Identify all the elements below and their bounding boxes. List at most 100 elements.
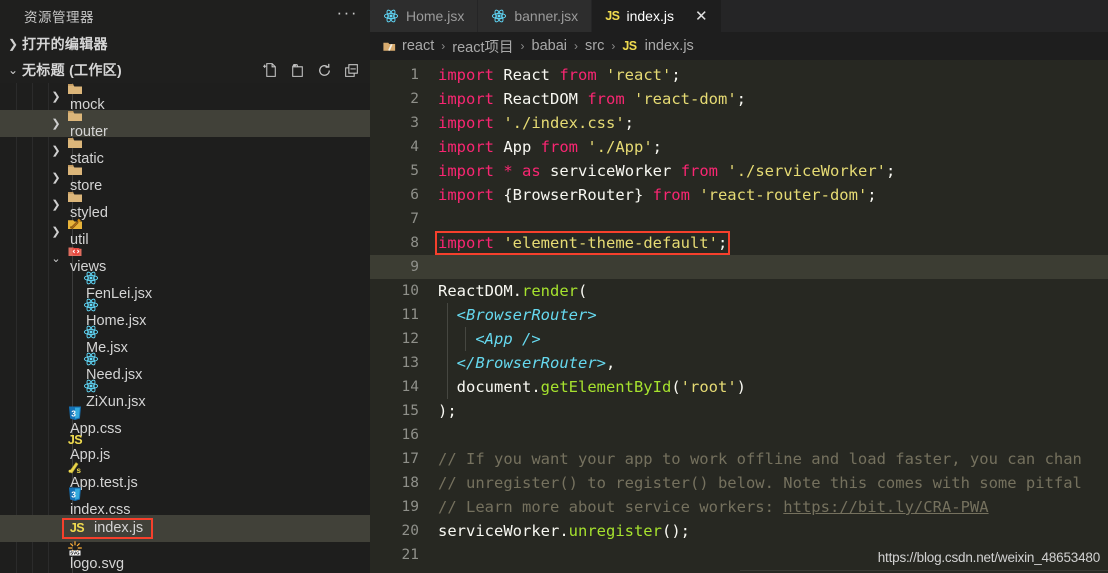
code-text: document.getElementById('root') <box>438 378 746 396</box>
tree-item-app-js[interactable]: JSApp.js <box>0 434 370 461</box>
code-line[interactable]: 20serviceWorker.unregister(); <box>370 519 1108 543</box>
tree-item-index-css[interactable]: 3index.css <box>0 488 370 515</box>
line-number: 12 <box>370 331 438 347</box>
new-file-icon[interactable] <box>262 62 279 79</box>
code-line[interactable]: 17// If you want your app to work offlin… <box>370 447 1108 471</box>
chevron-right-icon: ❯ <box>48 171 64 184</box>
watermark-rule <box>740 570 1108 571</box>
code-line[interactable]: 12 <App /> <box>370 327 1108 351</box>
breadcrumb-item[interactable]: src <box>585 38 604 54</box>
tree-item-need-jsx[interactable]: Need.jsx <box>0 353 370 380</box>
code-text: import './index.css'; <box>438 114 634 132</box>
new-folder-icon[interactable] <box>289 62 306 79</box>
breadcrumb-item[interactable]: react项目 <box>452 36 513 57</box>
section-open-editors[interactable]: ❯ 打开的编辑器 <box>0 31 370 57</box>
tree-item-me-jsx[interactable]: Me.jsx <box>0 326 370 353</box>
tree-item-fenlei-jsx[interactable]: FenLei.jsx <box>0 272 370 299</box>
folder-icon <box>64 162 86 178</box>
tab-label: banner.jsx <box>514 8 578 24</box>
code-text: ReactDOM.render( <box>438 282 587 300</box>
code-line[interactable]: 7 <box>370 207 1108 231</box>
line-number: 20 <box>370 523 438 539</box>
tab-index-js[interactable]: JSindex.js✕ <box>592 0 721 32</box>
folder-icon <box>64 135 86 151</box>
tree-item-label: logo.svg <box>64 556 124 572</box>
svg-text:3: 3 <box>71 489 76 499</box>
code-text: import * as serviceWorker from './servic… <box>438 162 895 180</box>
tree-item-styled[interactable]: ❯styled <box>0 191 370 218</box>
line-number: 6 <box>370 187 438 203</box>
explorer-actions <box>262 62 370 79</box>
tree-item-util[interactable]: ❯util <box>0 218 370 245</box>
tree-item-zixun-jsx[interactable]: ZiXun.jsx <box>0 380 370 407</box>
tree-item-index-js[interactable]: JSindex.js <box>0 515 370 542</box>
tree-item-store[interactable]: ❯store <box>0 164 370 191</box>
chevron-down-icon: ⌄ <box>48 252 64 265</box>
code-line[interactable]: 8import 'element-theme-default'; <box>370 231 1108 255</box>
more-actions-icon[interactable]: ··· <box>337 8 358 24</box>
close-icon[interactable]: ✕ <box>695 9 708 24</box>
editor-tabbar[interactable]: Home.jsx banner.jsx JSindex.js✕ <box>370 0 1108 32</box>
code-line[interactable]: 10ReactDOM.render( <box>370 279 1108 303</box>
svg-text:SVG: SVG <box>70 550 80 555</box>
css-icon: 3 <box>64 486 86 502</box>
chevron-right-icon: ❯ <box>48 90 64 103</box>
code-line[interactable]: 16 <box>370 423 1108 447</box>
code-line[interactable]: 6import {BrowserRouter} from 'react-rout… <box>370 183 1108 207</box>
chevron-right-icon: ❯ <box>48 198 64 211</box>
breadcrumb-separator: › <box>572 39 580 53</box>
svg-text:s: s <box>77 466 82 475</box>
line-number: 8 <box>370 235 438 251</box>
tree-item-views[interactable]: ⌄views <box>0 245 370 272</box>
js-test-icon: s <box>64 459 86 475</box>
code-text: <App /> <box>438 330 541 348</box>
code-line[interactable]: 3import './index.css'; <box>370 111 1108 135</box>
code-line[interactable]: 18// unregister() to register() below. N… <box>370 471 1108 495</box>
js-icon: JS <box>64 433 86 447</box>
line-number: 5 <box>370 163 438 179</box>
code-line[interactable]: 4import App from './App'; <box>370 135 1108 159</box>
code-line[interactable]: 19// Learn more about service workers: h… <box>370 495 1108 519</box>
code-text: serviceWorker.unregister(); <box>438 522 690 540</box>
breadcrumb[interactable]: react›react项目›babai›src›JSindex.js <box>370 32 1108 60</box>
tab-banner-jsx[interactable]: banner.jsx <box>478 0 592 32</box>
code-line[interactable]: 5import * as serviceWorker from './servi… <box>370 159 1108 183</box>
line-number: 15 <box>370 403 438 419</box>
breadcrumb-item[interactable]: index.js <box>645 38 694 54</box>
editor-area: Home.jsx banner.jsx JSindex.js✕ react › reac… <box>370 0 1108 573</box>
code-text: // Learn more about service workers: htt… <box>438 498 989 516</box>
watermark: https://blog.csdn.net/weixin_48653480 <box>878 550 1100 565</box>
tools-folder-icon <box>64 216 86 232</box>
page-title: 资源管理器 <box>24 6 337 26</box>
code-line[interactable]: 1import React from 'react'; <box>370 63 1108 87</box>
collapse-all-icon[interactable] <box>343 62 360 79</box>
line-number: 13 <box>370 355 438 371</box>
code-text: ); <box>438 402 457 420</box>
code-line[interactable]: 11 <BrowserRouter> <box>370 303 1108 327</box>
refresh-icon[interactable] <box>316 62 333 79</box>
breadcrumb-item[interactable]: react <box>402 38 434 54</box>
line-number: 9 <box>370 259 438 275</box>
tab-home-jsx[interactable]: Home.jsx <box>370 0 478 32</box>
code-line[interactable]: 9 <box>370 255 1108 279</box>
tree-item-app-test-js[interactable]: sApp.test.js <box>0 461 370 488</box>
react-icon <box>80 297 102 313</box>
explorer-sidebar: 资源管理器 ··· ❯ 打开的编辑器 ⌄ 无标题 (工作区) <box>0 0 370 573</box>
code-line[interactable]: 13 </BrowserRouter>, <box>370 351 1108 375</box>
code-line[interactable]: 14 document.getElementById('root') <box>370 375 1108 399</box>
tree-item-logo-svg[interactable]: SVGlogo.svg <box>0 542 370 569</box>
tree-item-app-css[interactable]: 3App.css <box>0 407 370 434</box>
tree-item-home-jsx[interactable]: Home.jsx <box>0 299 370 326</box>
tree-item-static[interactable]: ❯static <box>0 137 370 164</box>
code-editor[interactable]: 1import React from 'react';2import React… <box>370 60 1108 573</box>
line-number: 16 <box>370 427 438 443</box>
code-line[interactable]: 15); <box>370 399 1108 423</box>
code-line[interactable]: 2import ReactDOM from 'react-dom'; <box>370 87 1108 111</box>
tree-item-mock[interactable]: ❯mock <box>0 83 370 110</box>
line-number: 17 <box>370 451 438 467</box>
section-workspace[interactable]: ⌄ 无标题 (工作区) <box>0 57 370 83</box>
tree-item-router[interactable]: ❯router <box>0 110 370 137</box>
react-icon <box>80 324 102 340</box>
breadcrumb-item[interactable]: babai <box>532 38 567 54</box>
file-tree[interactable]: ❯mock❯router❯static❯store❯styled❯util⌄vi… <box>0 83 370 573</box>
